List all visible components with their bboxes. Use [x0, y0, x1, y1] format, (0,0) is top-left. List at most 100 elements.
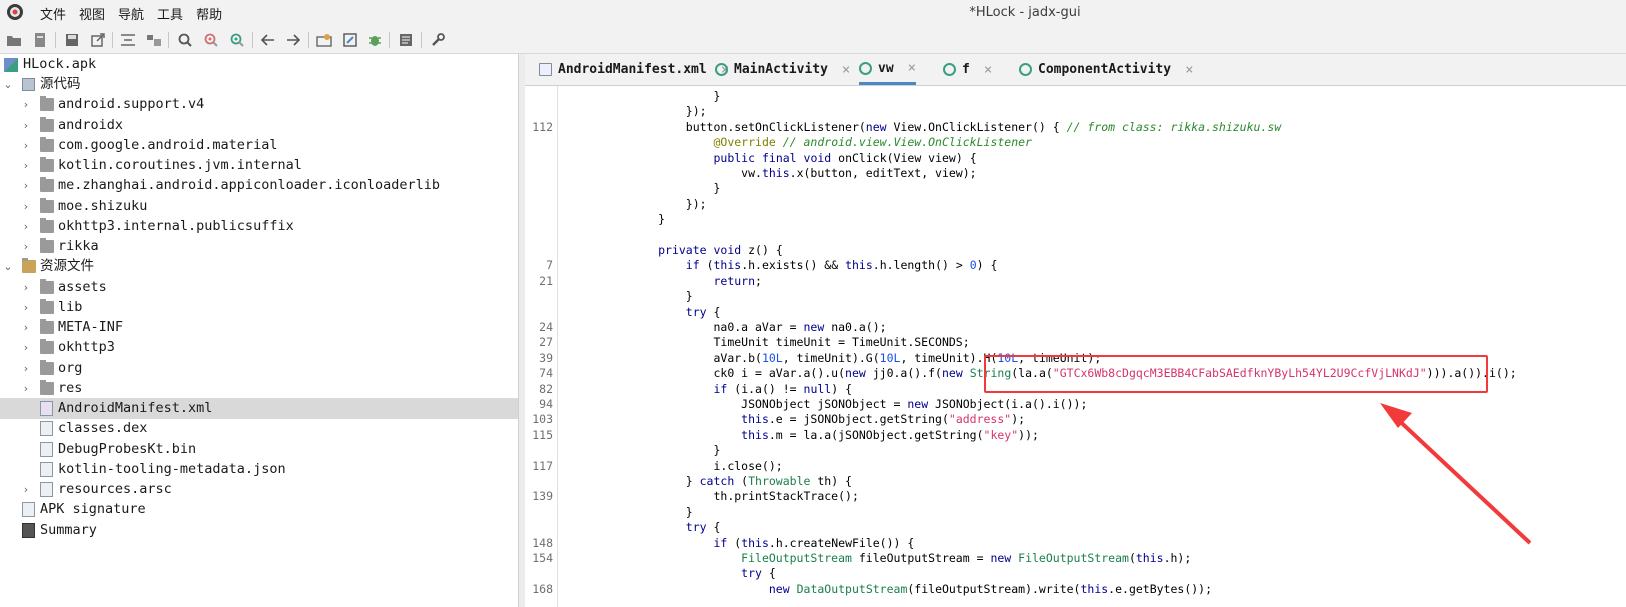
tree-item-package[interactable]: › okhttp3.internal.publicsuffix	[0, 216, 518, 237]
tab-androidmanifest[interactable]: AndroidManifest.xml ×	[539, 54, 729, 85]
line-number: 27	[539, 335, 553, 350]
tree-item-apk-signature[interactable]: APK signature	[0, 499, 518, 520]
tree-item-package[interactable]: › kotlin.coroutines.jvm.internal	[0, 155, 518, 176]
menu-view[interactable]: 视图	[79, 4, 118, 23]
chevron-right-icon[interactable]: ›	[20, 175, 32, 196]
tab-vw[interactable]: vw ×	[859, 54, 917, 85]
sync-icon[interactable]	[118, 30, 138, 50]
flatten-icon[interactable]	[144, 30, 164, 50]
tree-item-package[interactable]: › me.zhanghai.android.appiconloader.icon…	[0, 175, 518, 196]
folder-icon	[40, 96, 54, 111]
find-class-icon[interactable]	[227, 30, 247, 50]
line-number: 115	[532, 427, 553, 442]
debug-icon[interactable]	[365, 30, 385, 50]
forward-icon[interactable]	[283, 30, 303, 50]
close-icon[interactable]: ×	[1185, 62, 1193, 78]
tree-item-folder[interactable]: › lib	[0, 297, 518, 318]
chevron-down-icon[interactable]: ⌄	[2, 74, 14, 95]
tree-item-package[interactable]: › rikka	[0, 236, 518, 257]
close-icon[interactable]: ×	[908, 60, 916, 76]
summary-icon	[22, 523, 35, 538]
tree-item-file[interactable]: kotlin-tooling-metadata.json	[0, 459, 518, 480]
tree-item-package[interactable]: › moe.shizuku	[0, 196, 518, 217]
menu-tools[interactable]: 工具	[157, 4, 196, 23]
chevron-right-icon[interactable]: ›	[20, 236, 32, 257]
folder-icon	[40, 299, 54, 314]
tree-item-source-code[interactable]: ⌄ 源代码	[0, 74, 518, 95]
code-text: FileOutputStream fileOutputStream = new …	[741, 551, 1192, 565]
close-icon[interactable]: ×	[842, 62, 850, 78]
code-editor[interactable]: } }); 112 button.setOnClickListener(new V…	[525, 86, 1626, 607]
line-number: 94	[539, 397, 553, 411]
code-text: button.setOnClickListener(new View.OnCli…	[575, 119, 1282, 134]
dex-file-icon	[40, 421, 53, 436]
tree-item-folder[interactable]: › res	[0, 378, 518, 399]
folder-icon	[40, 279, 54, 294]
chevron-right-icon[interactable]: ›	[20, 155, 32, 176]
tree-item-file[interactable]: classes.dex	[0, 418, 518, 439]
chevron-right-icon[interactable]: ›	[20, 297, 32, 318]
line-number: 112	[532, 119, 553, 134]
close-icon[interactable]: ×	[984, 62, 992, 78]
arsc-file-icon	[40, 482, 53, 497]
code-line: 168 new DataOutputStream(fileOutputStrea…	[525, 581, 1626, 597]
line-number: 139	[532, 489, 553, 504]
chevron-right-icon[interactable]: ›	[20, 94, 32, 115]
chevron-right-icon[interactable]: ›	[20, 358, 32, 379]
code-text: if (this.h.exists() && this.h.length() >…	[685, 258, 998, 273]
chevron-right-icon[interactable]: ›	[20, 135, 32, 156]
search-icon[interactable]	[175, 30, 195, 50]
add-file-icon[interactable]	[30, 30, 50, 50]
chevron-right-icon[interactable]: ›	[20, 378, 32, 399]
code-line: }	[525, 88, 1626, 104]
chevron-right-icon[interactable]: ›	[20, 337, 32, 358]
tree-item-file[interactable]: › resources.arsc	[0, 479, 518, 500]
code-text: th.printStackTrace();	[575, 489, 859, 504]
tree-item-package[interactable]: › android.support.v4	[0, 94, 518, 115]
menu-navigate[interactable]: 导航	[118, 4, 157, 23]
menu-bar: 文件 视图 导航 工具 帮助	[40, 4, 235, 23]
tree-item-resources[interactable]: ⌄ 资源文件	[0, 256, 518, 277]
menu-help[interactable]: 帮助	[196, 4, 235, 23]
tree-item-file-selected[interactable]: AndroidManifest.xml	[0, 398, 518, 419]
log-icon[interactable]	[396, 30, 416, 50]
title-bar: 文件 视图 导航 工具 帮助 *HLock - jadx-gui	[0, 0, 1626, 25]
deobfuscation-icon[interactable]	[314, 30, 334, 50]
chevron-right-icon[interactable]: ›	[20, 115, 32, 136]
save-icon[interactable]	[62, 30, 82, 50]
tab-componentactivity[interactable]: ComponentActivity ×	[1019, 54, 1194, 85]
export-icon[interactable]	[88, 30, 108, 50]
line-number: 21	[539, 273, 553, 288]
tree-item-folder[interactable]: › okhttp3	[0, 337, 518, 358]
chevron-right-icon[interactable]: ›	[20, 317, 32, 338]
preferences-icon[interactable]	[428, 30, 448, 50]
chevron-right-icon[interactable]: ›	[20, 479, 32, 500]
code-line: @Override // android.view.View.OnClickLi…	[525, 134, 1626, 150]
tree-item-file[interactable]: DebugProbesKt.bin	[0, 439, 518, 460]
chevron-right-icon[interactable]: ›	[20, 216, 32, 237]
tree-item-folder[interactable]: › org	[0, 358, 518, 379]
chevron-right-icon[interactable]: ›	[20, 277, 32, 298]
tab-mainactivity[interactable]: MainActivity ×	[715, 54, 850, 85]
tree-item-package[interactable]: › androidx	[0, 115, 518, 136]
tree-item-folder[interactable]: › META-INF	[0, 317, 518, 338]
code-line: try {	[525, 304, 1626, 320]
line-number: 39	[539, 350, 553, 365]
back-icon[interactable]	[258, 30, 278, 50]
chevron-right-icon[interactable]: ›	[20, 196, 32, 217]
code-text: return;	[713, 273, 762, 288]
open-icon[interactable]	[4, 30, 24, 50]
tree-root[interactable]: HLock.apk	[0, 54, 518, 75]
code-line: } catch (Throwable th) {	[525, 473, 1626, 489]
tree-item-package[interactable]: › com.google.android.material	[0, 135, 518, 156]
code-line: 112 button.setOnClickListener(new View.O…	[525, 119, 1626, 135]
decompile-icon[interactable]	[340, 30, 360, 50]
menu-file[interactable]: 文件	[40, 4, 79, 23]
find-usage-icon[interactable]	[201, 30, 221, 50]
tab-f[interactable]: f ×	[943, 54, 992, 85]
tree-item-summary[interactable]: Summary	[0, 520, 518, 541]
class-icon	[943, 63, 956, 76]
chevron-down-icon[interactable]: ⌄	[2, 256, 14, 277]
tree-item-folder[interactable]: › assets	[0, 277, 518, 298]
code-line: private void z() {	[525, 242, 1626, 258]
